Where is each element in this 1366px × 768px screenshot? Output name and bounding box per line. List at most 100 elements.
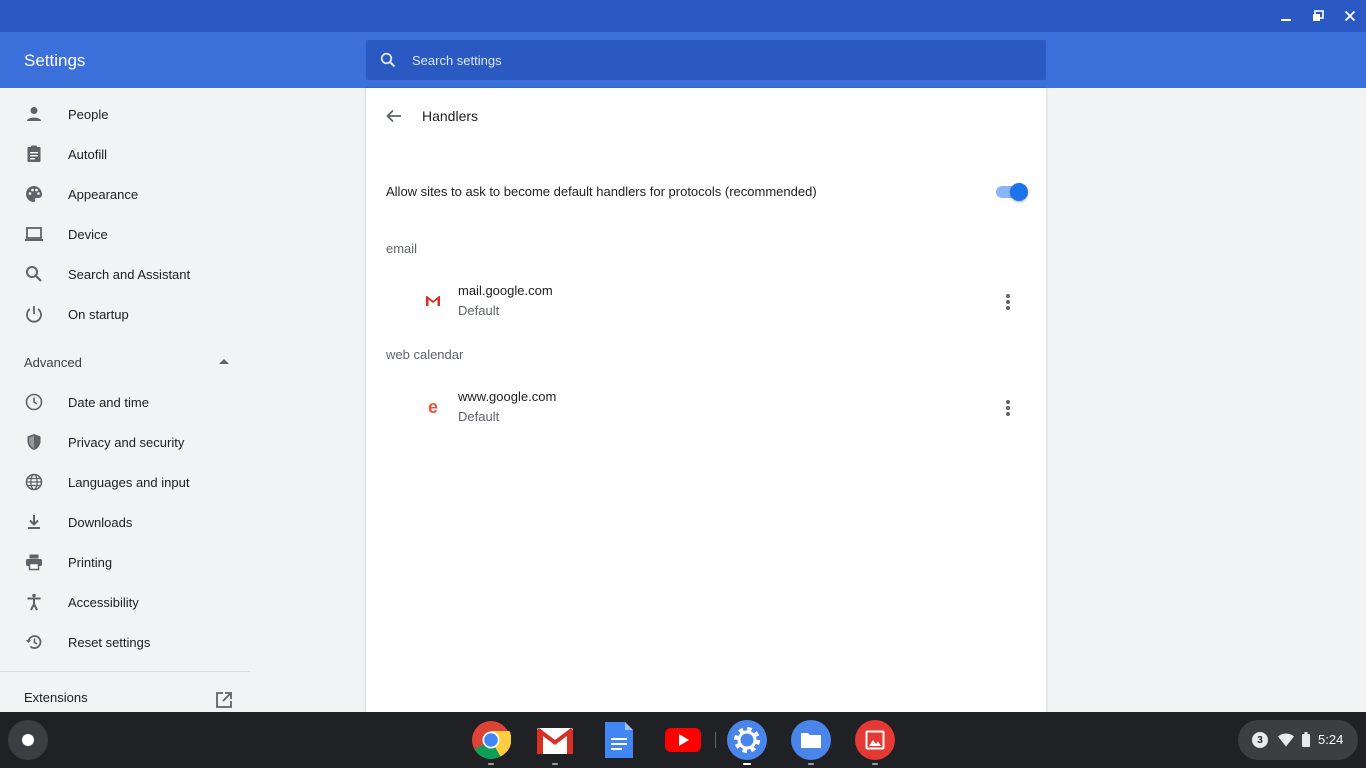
sidebar-divider xyxy=(0,671,250,672)
handler-status: Default xyxy=(458,303,500,318)
calendar-e-icon: e xyxy=(428,398,438,416)
sidebar-item-label: Printing xyxy=(68,554,113,570)
sidebar-item-label: Autofill xyxy=(68,146,108,162)
sidebar-item-printing[interactable]: Printing xyxy=(0,542,250,582)
gallery-icon xyxy=(855,720,895,760)
person-icon xyxy=(27,107,41,121)
status-tray[interactable]: 3 5:24 xyxy=(1238,720,1358,760)
sidebar-item-languages[interactable]: Languages and input xyxy=(0,462,250,502)
restore-icon xyxy=(1313,10,1324,21)
svg-text:e: e xyxy=(428,398,438,416)
shelf-app-settings[interactable] xyxy=(727,720,767,765)
wifi-icon xyxy=(1278,733,1294,747)
gmail-icon xyxy=(426,296,440,306)
shelf-separator xyxy=(715,732,716,748)
search-input[interactable] xyxy=(412,40,1046,80)
running-indicator xyxy=(872,763,878,765)
shelf: 3 5:24 xyxy=(0,712,1366,768)
back-button[interactable] xyxy=(382,104,406,128)
sidebar-item-label: Accessibility xyxy=(68,594,139,610)
battery-icon xyxy=(1302,732,1310,747)
running-indicator xyxy=(743,763,751,765)
sidebar-item-autofill[interactable]: Autofill xyxy=(0,134,250,174)
shield-icon xyxy=(27,434,41,450)
running-indicator xyxy=(552,763,558,765)
caret-up-icon xyxy=(219,359,229,364)
docs-icon xyxy=(605,722,633,758)
sidebar-item-accessibility[interactable]: Accessibility xyxy=(0,582,250,622)
toggle-label: Allow sites to ask to become default han… xyxy=(386,184,817,199)
sidebar-item-on-startup[interactable]: On startup xyxy=(0,294,250,334)
settings-header: Settings xyxy=(0,32,1366,88)
sidebar-item-date-time[interactable]: Date and time xyxy=(0,382,250,422)
shelf-app-files[interactable] xyxy=(791,720,831,765)
search-icon xyxy=(380,52,396,68)
shelf-app-gmail[interactable] xyxy=(535,720,575,765)
handlers-card: Handlers Allow sites to ask to become de… xyxy=(366,88,1046,712)
sidebar-item-privacy[interactable]: Privacy and security xyxy=(0,422,250,462)
more-vert-icon xyxy=(1006,400,1010,404)
minimize-button[interactable] xyxy=(1274,4,1298,28)
sidebar-item-label: Privacy and security xyxy=(68,434,185,450)
handlers-toggle-row: Allow sites to ask to become default han… xyxy=(366,170,1046,210)
shelf-app-docs[interactable] xyxy=(599,720,639,760)
more-options-button[interactable] xyxy=(996,396,1020,420)
advanced-toggle[interactable]: Advanced xyxy=(0,342,250,382)
laptop-icon xyxy=(25,227,43,241)
sidebar-item-device[interactable]: Device xyxy=(0,214,250,254)
handlers-toggle[interactable] xyxy=(994,183,1028,201)
search-icon xyxy=(26,266,42,282)
close-button[interactable] xyxy=(1338,4,1362,28)
youtube-icon xyxy=(665,728,701,752)
handler-host: www.google.com xyxy=(458,389,557,404)
sidebar-item-downloads[interactable]: Downloads xyxy=(0,502,250,542)
open-in-new-icon xyxy=(216,692,232,708)
more-vert-dot xyxy=(1006,306,1010,310)
handler-host: mail.google.com xyxy=(458,283,553,298)
gmail-icon xyxy=(537,728,573,754)
search-box[interactable] xyxy=(366,40,1046,80)
sidebar-item-search-assistant[interactable]: Search and Assistant xyxy=(0,254,250,294)
running-indicator xyxy=(488,763,494,765)
sidebar-item-appearance[interactable]: Appearance xyxy=(0,174,250,214)
more-vert-dot xyxy=(1006,300,1010,304)
clipboard-icon xyxy=(27,145,41,162)
more-options-button[interactable] xyxy=(996,290,1020,314)
globe-icon xyxy=(25,473,43,491)
download-icon xyxy=(28,515,40,529)
restore-button[interactable] xyxy=(1306,4,1330,28)
sidebar-item-label: Downloads xyxy=(68,514,133,530)
history-icon xyxy=(26,635,42,649)
sidebar: People Autofill Appearance Device Search… xyxy=(0,88,250,712)
power-icon xyxy=(26,306,42,323)
arrow-back-icon xyxy=(386,109,401,123)
shelf-app-youtube[interactable] xyxy=(663,720,703,760)
app-title: Settings xyxy=(24,51,86,70)
settings-icon xyxy=(727,720,767,760)
launcher-button[interactable] xyxy=(8,720,48,760)
printer-icon xyxy=(26,554,42,571)
running-indicator xyxy=(808,763,814,765)
sidebar-item-reset[interactable]: Reset settings xyxy=(0,622,250,662)
advanced-label: Advanced xyxy=(24,355,82,370)
page-title: Handlers xyxy=(422,108,479,124)
sidebar-item-label: Appearance xyxy=(68,186,139,202)
handler-status: Default xyxy=(458,409,500,424)
sidebar-item-label: Search and Assistant xyxy=(68,266,191,282)
minimize-icon xyxy=(1281,19,1291,21)
sidebar-item-label: Device xyxy=(68,226,108,242)
clock-icon xyxy=(25,393,43,411)
more-vert-dot xyxy=(1006,412,1010,416)
clock: 5:24 xyxy=(1318,732,1344,747)
files-icon xyxy=(791,720,831,760)
sidebar-item-people[interactable]: People xyxy=(0,94,250,134)
handler-row-email: mail.google.com Default xyxy=(366,278,1046,326)
chrome-icon xyxy=(472,721,512,760)
more-vert-dot xyxy=(1006,406,1010,410)
accessibility-icon xyxy=(27,593,41,611)
shelf-app-gallery[interactable] xyxy=(855,720,895,765)
section-label-web-calendar: web calendar xyxy=(386,347,464,362)
extensions-label: Extensions xyxy=(24,690,88,705)
shelf-app-chrome[interactable] xyxy=(471,720,512,765)
sidebar-item-label: Languages and input xyxy=(68,474,190,490)
